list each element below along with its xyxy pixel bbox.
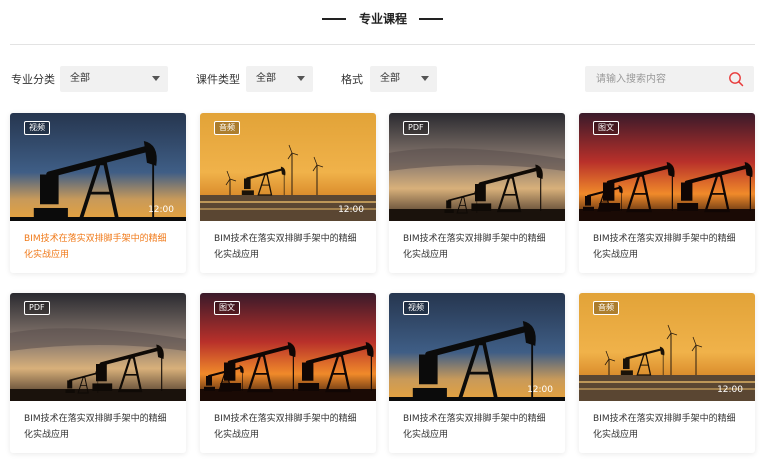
section-header: 专业课程 <box>0 0 766 40</box>
page-title: 专业课程 <box>358 12 407 26</box>
course-card[interactable]: 音频 12:00 BIM技术在落实双排脚手架中的精细化实战应用 <box>579 293 755 453</box>
search-box <box>585 66 754 92</box>
title-decor-line-left <box>322 18 346 20</box>
format-filter-select[interactable]: 全部 <box>370 66 437 92</box>
course-card[interactable]: 音频 12:00 BIM技术在落实双排脚手架中的精细化实战应用 <box>200 113 376 273</box>
course-title[interactable]: BIM技术在落实双排脚手架中的精细化实战应用 <box>593 411 743 443</box>
course-title[interactable]: BIM技术在落实双排脚手架中的精细化实战应用 <box>24 231 174 263</box>
course-title[interactable]: BIM技术在落实双排脚手架中的精细化实战应用 <box>593 231 743 263</box>
type-filter-value: 全部 <box>256 73 276 84</box>
course-card[interactable]: PDF BIM技术在落实双排脚手架中的精细化实战应用 <box>389 113 565 273</box>
format-badge: 音频 <box>214 121 240 135</box>
course-card[interactable]: 视频 12:00 BIM技术在落实双排脚手架中的精细化实战应用 <box>10 113 186 273</box>
format-badge: PDF <box>24 301 50 315</box>
format-badge: 图文 <box>593 121 619 135</box>
format-badge: 音频 <box>593 301 619 315</box>
course-thumbnail[interactable]: 视频 12:00 <box>389 293 565 401</box>
format-badge: PDF <box>403 121 429 135</box>
type-filter-label: 课件类型 <box>196 73 240 86</box>
course-thumbnail[interactable]: PDF <box>10 293 186 401</box>
course-thumbnail[interactable]: 图文 <box>579 113 755 221</box>
course-card[interactable]: 图文 BIM技术在落实双排脚手架中的精细化实战应用 <box>200 293 376 453</box>
course-card[interactable]: PDF BIM技术在落实双排脚手架中的精细化实战应用 <box>10 293 186 453</box>
course-thumbnail[interactable]: 图文 <box>200 293 376 401</box>
duration-label: 12:00 <box>717 385 743 395</box>
duration-label: 12:00 <box>527 385 553 395</box>
format-filter-value: 全部 <box>380 73 400 84</box>
course-title[interactable]: BIM技术在落实双排脚手架中的精细化实战应用 <box>403 411 553 443</box>
duration-label: 12:00 <box>148 205 174 215</box>
course-thumbnail[interactable]: PDF <box>389 113 565 221</box>
title-decor-line-right <box>419 18 443 20</box>
course-card[interactable]: 图文 BIM技术在落实双排脚手架中的精细化实战应用 <box>579 113 755 273</box>
course-title[interactable]: BIM技术在落实双排脚手架中的精细化实战应用 <box>214 231 364 263</box>
course-title[interactable]: BIM技术在落实双排脚手架中的精细化实战应用 <box>214 411 364 443</box>
category-filter-value: 全部 <box>70 73 90 84</box>
chevron-down-icon <box>152 76 160 81</box>
format-badge: 视频 <box>24 121 50 135</box>
type-filter-select[interactable]: 全部 <box>246 66 313 92</box>
category-filter-label: 专业分类 <box>11 73 55 86</box>
course-card[interactable]: 视频 12:00 BIM技术在落实双排脚手架中的精细化实战应用 <box>389 293 565 453</box>
course-thumbnail[interactable]: 音频 12:00 <box>200 113 376 221</box>
format-filter-label: 格式 <box>341 73 363 86</box>
course-title[interactable]: BIM技术在落实双排脚手架中的精细化实战应用 <box>403 231 553 263</box>
search-input[interactable] <box>585 66 720 92</box>
search-icon[interactable] <box>728 71 744 87</box>
course-thumbnail[interactable]: 视频 12:00 <box>10 113 186 221</box>
format-badge: 图文 <box>214 301 240 315</box>
chevron-down-icon <box>421 76 429 81</box>
header-divider <box>10 44 755 45</box>
format-badge: 视频 <box>403 301 429 315</box>
chevron-down-icon <box>297 76 305 81</box>
category-filter-select[interactable]: 全部 <box>60 66 168 92</box>
course-title[interactable]: BIM技术在落实双排脚手架中的精细化实战应用 <box>24 411 174 443</box>
duration-label: 12:00 <box>338 205 364 215</box>
course-thumbnail[interactable]: 音频 12:00 <box>579 293 755 401</box>
